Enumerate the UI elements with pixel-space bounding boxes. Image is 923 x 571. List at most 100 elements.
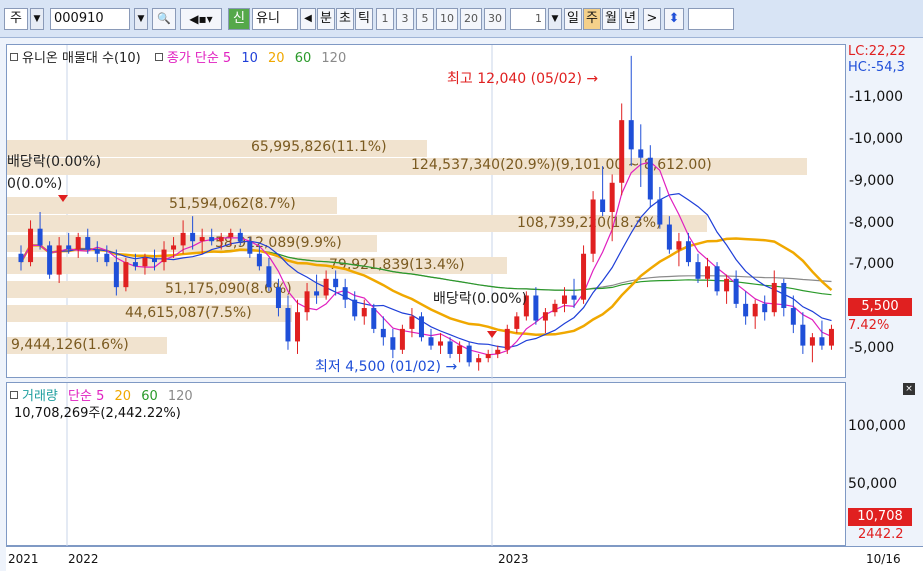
unit-second[interactable]: 초	[336, 8, 354, 30]
low-annotation: 최저 4,500 (01/02) →	[315, 359, 457, 375]
candle	[209, 237, 215, 242]
x-label-current-date: 10/16	[866, 552, 901, 566]
ma20-legend: 20	[268, 51, 285, 66]
unit-minute[interactable]: 분	[317, 8, 335, 30]
candle	[514, 316, 520, 329]
extra-input[interactable]	[688, 8, 734, 30]
volume-profile-label: 51,594,062(8.7%)	[169, 196, 296, 212]
market-dropdown-icon[interactable]: ▼	[30, 8, 44, 30]
interval-30[interactable]: 30	[484, 8, 506, 30]
volume-profile-label: 65,995,826(11.1%)	[251, 139, 387, 155]
volume-profile-label: 108,739,220(18.3%)	[517, 215, 661, 231]
candle	[447, 341, 453, 354]
dividend-label-2: 배당락(0.00%)	[433, 291, 527, 307]
candle	[504, 328, 510, 350]
ma60-legend: 60	[294, 51, 312, 66]
count-dropdown-icon[interactable]: ▼	[548, 8, 562, 30]
x-label-2021: 2021	[8, 552, 39, 566]
candle	[94, 249, 100, 254]
candle	[28, 228, 34, 263]
candle	[428, 337, 434, 346]
candle	[800, 324, 806, 346]
search-icon[interactable]: 🔍	[152, 8, 176, 30]
dividend-label: 배당락(0.00%)	[7, 154, 101, 170]
candle	[18, 253, 24, 263]
hc-label: HC:-54,3	[848, 60, 905, 75]
candle	[705, 266, 711, 279]
candle	[457, 345, 463, 354]
code-dropdown-icon[interactable]: ▼	[134, 8, 148, 30]
toolbar: 주 ▼ 000910 ▼ 🔍 ◀▪▾ 신 유니 ◀ 분 초 틱 1 3 5 10…	[0, 0, 923, 38]
legend-square-icon	[154, 53, 163, 61]
period-year[interactable]: 년	[621, 8, 639, 30]
candle	[571, 295, 577, 300]
candle	[323, 278, 329, 296]
new-badge[interactable]: 신	[228, 8, 250, 30]
candle	[771, 282, 777, 313]
candle	[685, 241, 691, 263]
vol-tick-100000: 100,000	[848, 418, 906, 434]
interval-1[interactable]: 1	[376, 8, 394, 30]
candle	[228, 232, 234, 238]
volume-profile-label: 51,175,090(8.6%)	[165, 281, 292, 297]
stock-name-field: 유니	[252, 8, 298, 30]
last-volume-badge: 10,708	[848, 508, 912, 526]
period-week[interactable]: 주	[583, 8, 601, 30]
candle	[142, 257, 148, 267]
interval-20[interactable]: 20	[460, 8, 482, 30]
price-legend: 유니온 매물대 수(10) 종가 단순 5 10 20 60 120	[10, 47, 346, 66]
price-chart[interactable]: 65,995,826(11.1%) 124,537,340(20.9%)(9,10…	[6, 44, 846, 379]
candle	[333, 278, 339, 288]
x-axis: 2021 2022 2023 10/16	[6, 546, 923, 571]
candle	[180, 232, 186, 246]
candle	[218, 237, 224, 242]
dividend-arrow-icon-2	[487, 331, 497, 338]
close-panel-icon[interactable]: ×	[903, 383, 915, 395]
candle	[809, 337, 815, 346]
period-day[interactable]: 일	[564, 8, 582, 30]
next-arrow-icon[interactable]: >	[643, 8, 661, 30]
candle	[733, 278, 739, 304]
volume-profile-label: 44,615,087(7.5%)	[125, 305, 252, 321]
x-label-2022: 2022	[68, 552, 99, 566]
high-annotation: 최고 12,040 (05/02) →	[447, 71, 598, 87]
period-count-input[interactable]: 1	[510, 8, 546, 30]
candle	[552, 303, 558, 313]
unit-tick[interactable]: 틱	[355, 8, 373, 30]
candle	[47, 245, 53, 275]
price-tick-label: -8,000	[849, 214, 895, 231]
prev-arrow-icon[interactable]: ◀	[300, 8, 316, 30]
candle	[390, 337, 396, 350]
candle	[37, 228, 43, 246]
candle	[295, 312, 301, 342]
ma10-legend: 10	[241, 51, 258, 66]
candle	[466, 345, 472, 363]
candle	[438, 341, 444, 346]
stock-code-input[interactable]: 000910	[50, 8, 130, 30]
candle	[495, 349, 501, 354]
candle	[743, 303, 749, 317]
dividend-value-label: 0(0.0%)	[7, 176, 62, 192]
interval-5[interactable]: 5	[416, 8, 434, 30]
candle	[762, 303, 768, 313]
candle	[266, 266, 272, 288]
period-month[interactable]: 월	[602, 8, 620, 30]
price-tick-label: -7,000	[849, 256, 895, 273]
interval-3[interactable]: 3	[396, 8, 414, 30]
sort-icon[interactable]: ⬍	[664, 8, 684, 30]
last-change-label: 7.42%	[848, 318, 890, 333]
candle	[237, 232, 243, 242]
candle	[609, 182, 615, 212]
candle	[600, 199, 606, 212]
interval-10[interactable]: 10	[436, 8, 458, 30]
candle	[619, 120, 625, 183]
ma120-legend: 120	[321, 51, 347, 66]
price-tick-label: -10,000	[849, 131, 904, 148]
price-tick-label: -9,000	[849, 172, 895, 189]
speaker-icon[interactable]: ◀▪▾	[180, 8, 222, 30]
candle	[714, 266, 720, 292]
market-select[interactable]: 주	[4, 8, 28, 30]
candle	[399, 328, 405, 350]
candle	[171, 245, 177, 250]
candle	[161, 249, 167, 263]
